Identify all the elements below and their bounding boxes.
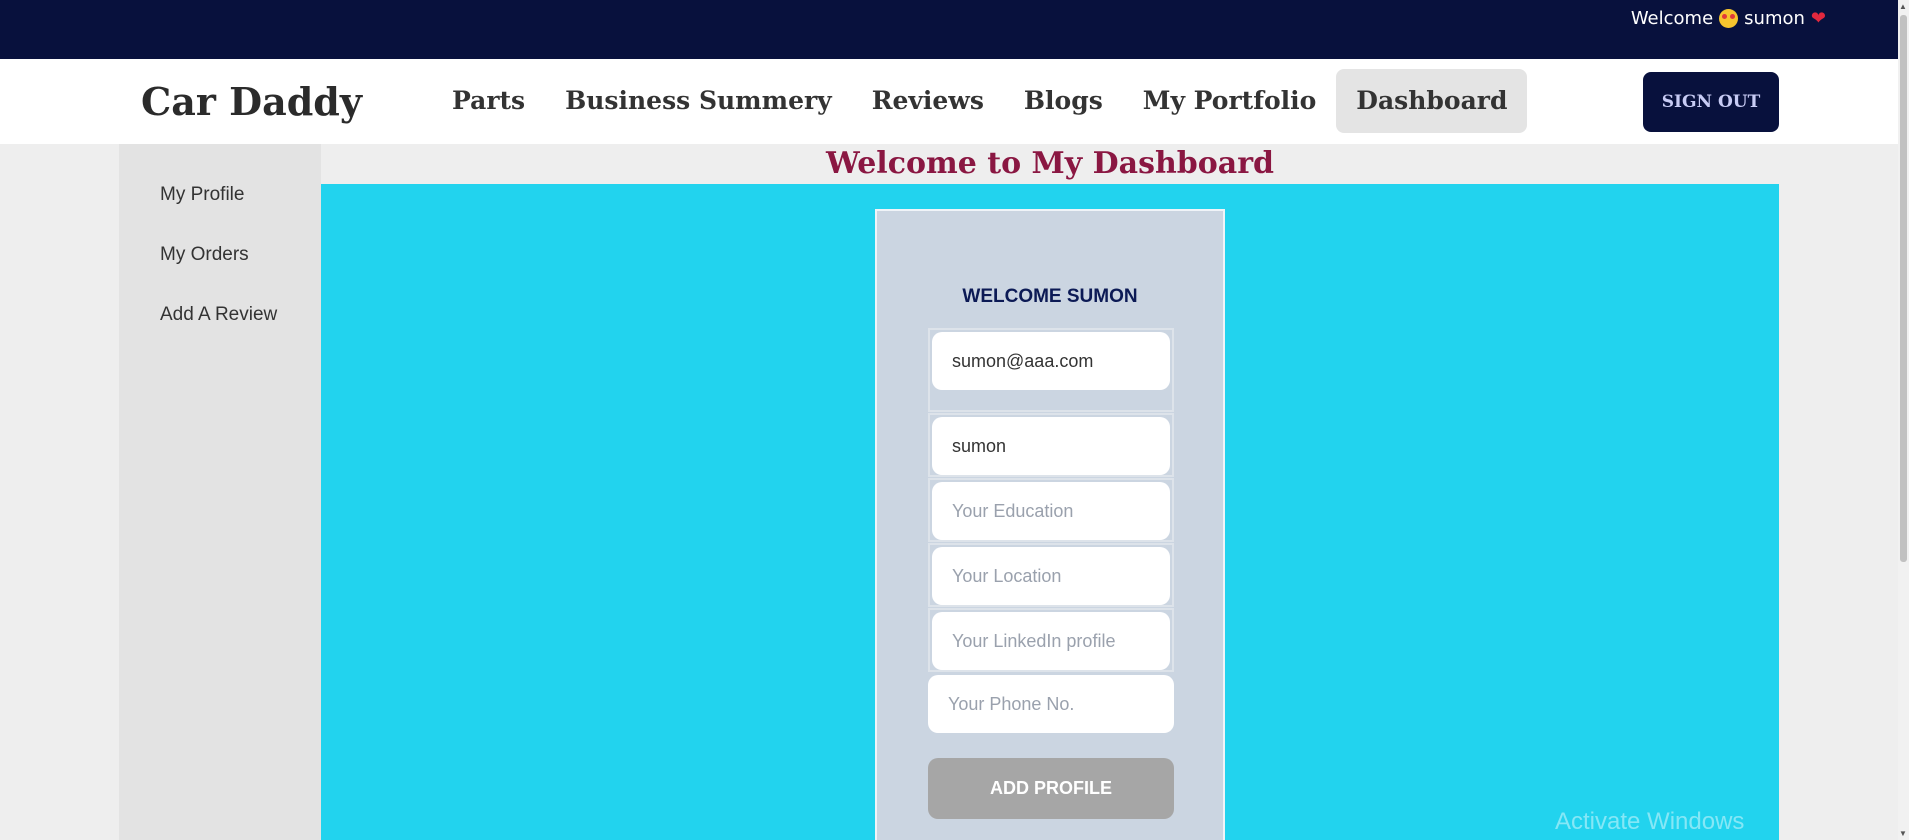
sidebar-item-my-orders[interactable]: My Orders bbox=[160, 244, 249, 266]
add-profile-button[interactable]: ADD PROFILE bbox=[928, 758, 1174, 819]
sidebar-item-my-profile[interactable]: My Profile bbox=[160, 184, 244, 206]
nav-item-my-portfolio[interactable]: My Portfolio bbox=[1123, 69, 1337, 133]
profile-form-card: WELCOME SUMON ADD PROFILE bbox=[875, 209, 1225, 840]
top-bar: Welcome sumon ❤ bbox=[0, 0, 1898, 59]
vertical-scrollbar[interactable]: ▲ ▼ bbox=[1898, 0, 1909, 840]
heart-icon: ❤ bbox=[1810, 8, 1826, 29]
email-field-wrapper bbox=[928, 328, 1174, 412]
nav-item-parts[interactable]: Parts bbox=[432, 69, 545, 133]
page-title: Welcome to My Dashboard bbox=[825, 146, 1275, 181]
name-field[interactable] bbox=[932, 417, 1170, 475]
nav-item-dashboard[interactable]: Dashboard bbox=[1336, 69, 1528, 133]
nav-menu: Parts Business Summery Reviews Blogs My … bbox=[432, 69, 1528, 133]
activate-windows-watermark: Activate Windows bbox=[1555, 808, 1745, 835]
welcome-text: Welcome bbox=[1630, 8, 1714, 29]
education-field-wrapper bbox=[928, 478, 1174, 542]
linkedin-field-wrapper bbox=[928, 608, 1174, 672]
dashboard-sidebar: My Profile My Orders Add A Review bbox=[119, 144, 321, 840]
star-struck-emoji-icon bbox=[1719, 9, 1739, 28]
sidebar-item-add-review[interactable]: Add A Review bbox=[160, 304, 277, 326]
linkedin-field[interactable] bbox=[932, 612, 1170, 670]
scroll-up-arrow-icon[interactable]: ▲ bbox=[1899, 2, 1907, 11]
form-title: WELCOME SUMON bbox=[962, 286, 1138, 307]
main-navbar: Car Daddy Parts Business Summery Reviews… bbox=[0, 59, 1898, 144]
welcome-greeting: Welcome sumon ❤ bbox=[1631, 8, 1826, 29]
scroll-down-arrow-icon[interactable]: ▼ bbox=[1899, 829, 1907, 838]
site-logo[interactable]: Car Daddy bbox=[141, 79, 362, 124]
nav-item-reviews[interactable]: Reviews bbox=[852, 69, 1004, 133]
email-field[interactable] bbox=[932, 332, 1170, 390]
education-field[interactable] bbox=[932, 482, 1170, 540]
phone-field[interactable] bbox=[928, 675, 1174, 733]
nav-item-business-summery[interactable]: Business Summery bbox=[545, 69, 852, 133]
nav-item-blogs[interactable]: Blogs bbox=[1004, 69, 1123, 133]
location-field-wrapper bbox=[928, 543, 1174, 607]
scrollbar-thumb[interactable] bbox=[1900, 15, 1907, 562]
location-field[interactable] bbox=[932, 547, 1170, 605]
user-name: sumon bbox=[1744, 8, 1805, 29]
name-field-wrapper bbox=[928, 413, 1174, 477]
sign-out-button[interactable]: SIGN OUT bbox=[1643, 72, 1779, 132]
